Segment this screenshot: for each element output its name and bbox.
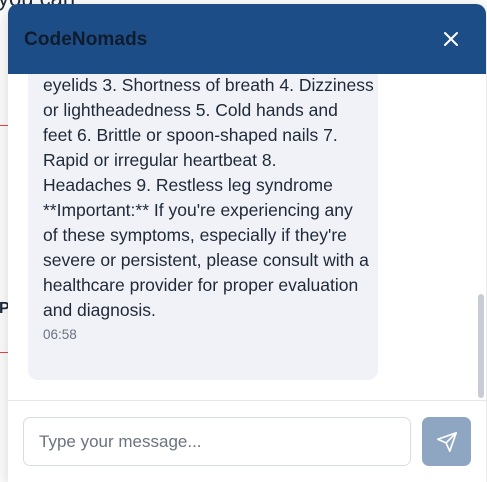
send-button[interactable] (422, 417, 471, 466)
message-line: feet 6. Brittle or spoon-shaped nails 7. (43, 125, 338, 145)
message-list[interactable]: eyelids 3. Shortness of breath 4. Dizzin… (8, 74, 486, 400)
close-button[interactable] (438, 26, 464, 52)
message-line: **Important:** If you're experiencing an… (43, 200, 353, 220)
message-line: severe or persistent, please consult wit… (43, 250, 369, 270)
composer-divider (8, 400, 486, 401)
message-line: Rapid or irregular heartbeat 8. (43, 150, 277, 170)
message-line: eyelids 3. Shortness of breath 4. Dizzin… (43, 75, 374, 95)
chat-title: CodeNomads (24, 29, 148, 50)
message-line: or lightheadedness 5. Cold hands and (43, 100, 338, 120)
bot-message-bubble: eyelids 3. Shortness of breath 4. Dizzin… (28, 74, 378, 380)
chat-header: CodeNomads (8, 4, 486, 74)
page: you can P CodeNomads eyelids 3. Shortnes… (0, 0, 487, 482)
message-timestamp: 06:58 (43, 327, 77, 342)
message-line: healthcare provider for proper evaluatio… (43, 275, 359, 295)
background-divider (0, 125, 8, 126)
message-input[interactable] (23, 417, 411, 466)
message-line: and diagnosis. (43, 300, 156, 320)
background-divider (0, 352, 8, 353)
message-line: Headaches 9. Restless leg syndrome (43, 175, 333, 195)
chat-widget: CodeNomads eyelids 3. Shortness of breat… (8, 4, 486, 482)
message-line: of these symptoms, especially if they're (43, 225, 347, 245)
send-icon (436, 431, 457, 452)
message-text: eyelids 3. Shortness of breath 4. Dizzin… (43, 74, 374, 323)
scrollbar-thumb[interactable] (478, 294, 484, 398)
close-icon (444, 32, 458, 46)
